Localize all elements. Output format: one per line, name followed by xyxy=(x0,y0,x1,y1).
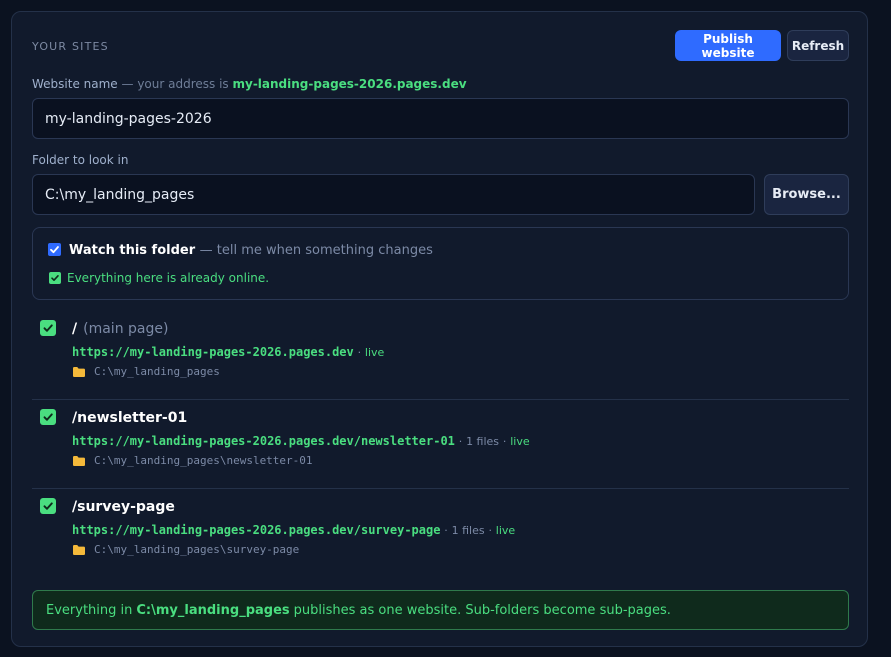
route-checkbox[interactable] xyxy=(40,409,56,425)
folder-label: Folder to look in xyxy=(32,153,129,167)
watch-folder-label[interactable]: Watch this folder — tell me when somethi… xyxy=(69,243,433,258)
route-path-text: /newsletter-01 xyxy=(72,410,188,426)
folder-path-value: C:\my_landing_pages xyxy=(45,186,195,203)
route-meta-separator: · xyxy=(444,524,448,537)
route-meta-separator: · xyxy=(502,435,507,448)
website-name-input[interactable]: my-landing-pages-2026 xyxy=(32,98,849,139)
folder-path-input[interactable]: C:\my_landing_pages xyxy=(32,174,755,215)
route-status: live xyxy=(495,524,516,537)
route-file-count: 1 files xyxy=(466,435,500,448)
note-folder: C:\my_landing_pages xyxy=(136,602,290,618)
check-icon xyxy=(50,246,59,254)
check-icon xyxy=(43,324,53,332)
folder-icon xyxy=(73,366,85,377)
route-url-link[interactable]: https://my-landing-pages-2026.pages.dev xyxy=(72,345,354,359)
route-path-text: /survey-page xyxy=(72,499,175,515)
watch-folder-title: Watch this folder xyxy=(69,243,196,258)
route-file-count: 1 files xyxy=(451,524,485,537)
website-name-value: my-landing-pages-2026 xyxy=(45,110,212,127)
note-prefix: Everything in xyxy=(46,602,133,618)
route-sublabel: (main page) xyxy=(83,321,169,337)
browse-button[interactable]: Browse... xyxy=(764,174,849,215)
note-suffix: publishes as one website. Sub-folders be… xyxy=(293,602,671,618)
watch-folder-checkbox[interactable] xyxy=(48,243,61,256)
route-url-link[interactable]: https://my-landing-pages-2026.pages.dev/… xyxy=(72,523,440,537)
check-icon xyxy=(43,413,53,421)
publish-info-note: Everything in C:\my_landing_pages publis… xyxy=(32,590,849,630)
route-folder-line: C:\my_landing_pages\newsletter-01 xyxy=(72,454,313,467)
route-url-line: https://my-landing-pages-2026.pages.dev/… xyxy=(72,523,515,537)
check-icon xyxy=(43,502,53,510)
section-title: YOUR SITES xyxy=(32,40,109,53)
route-folder-path: C:\my_landing_pages\survey-page xyxy=(94,543,300,556)
watch-status: Everything here is already online. xyxy=(49,271,269,285)
route-path-text: / xyxy=(72,321,78,337)
route-item: /newsletter-01 https://my-landing-pages-… xyxy=(32,401,849,489)
route-url-line: https://my-landing-pages-2026.pages.dev/… xyxy=(72,434,530,448)
route-url-line: https://my-landing-pages-2026.pages.dev … xyxy=(72,345,384,359)
website-name-label-text: Website name xyxy=(32,77,118,91)
route-item: /survey-page https://my-landing-pages-20… xyxy=(32,490,849,578)
route-status: live xyxy=(510,435,530,448)
watch-status-text: Everything here is already online. xyxy=(67,271,270,285)
route-meta-separator: · xyxy=(458,435,463,448)
route-folder-line: C:\my_landing_pages xyxy=(72,365,220,378)
route-path: /newsletter-01 xyxy=(72,410,187,426)
status-check-icon xyxy=(49,272,61,284)
website-name-label: Website name — your address is my-landin… xyxy=(32,77,467,91)
publish-website-button[interactable]: Publish website xyxy=(675,30,781,61)
route-folder-line: C:\my_landing_pages\survey-page xyxy=(72,543,299,556)
website-address: my-landing-pages-2026.pages.dev xyxy=(232,77,467,91)
route-checkbox[interactable] xyxy=(40,320,56,336)
website-address-hint: — your address is xyxy=(121,77,229,91)
folder-icon xyxy=(73,455,85,466)
route-item: / (main page) https://my-landing-pages-20… xyxy=(32,312,849,400)
route-folder-path: C:\my_landing_pages\newsletter-01 xyxy=(94,454,313,467)
route-meta-separator: · xyxy=(357,346,362,359)
watch-folder-box: Watch this folder — tell me when somethi… xyxy=(32,227,849,300)
route-path: / (main page) xyxy=(72,321,168,337)
route-folder-path: C:\my_landing_pages xyxy=(94,365,220,378)
route-checkbox[interactable] xyxy=(40,498,56,514)
sites-panel: YOUR SITES Publish website Refresh Websi… xyxy=(11,11,868,647)
route-meta-separator: · xyxy=(488,524,492,537)
refresh-button[interactable]: Refresh xyxy=(787,30,849,61)
route-url-link[interactable]: https://my-landing-pages-2026.pages.dev/… xyxy=(72,434,455,448)
route-path: /survey-page xyxy=(72,499,175,515)
watch-folder-hint: — tell me when something changes xyxy=(199,243,433,258)
folder-icon xyxy=(73,544,85,555)
route-status: live xyxy=(364,346,385,359)
